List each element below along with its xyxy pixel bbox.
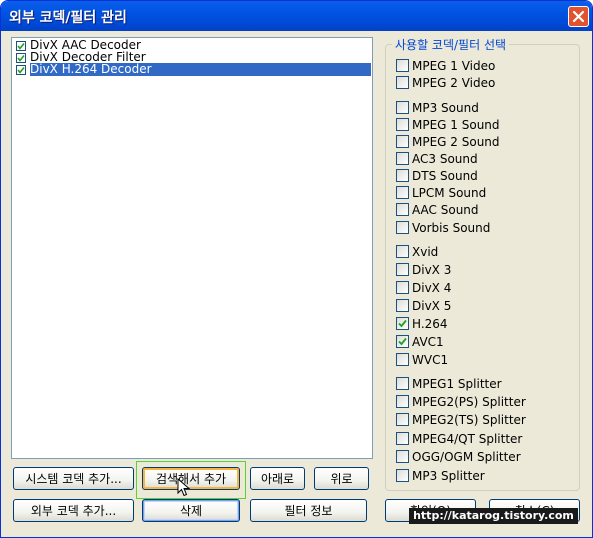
checkbox[interactable] — [396, 317, 409, 330]
checkbox[interactable] — [396, 221, 409, 234]
checkbox[interactable] — [396, 263, 409, 276]
codec-option-label: Vorbis Sound — [412, 221, 491, 235]
codec-option[interactable]: MPEG 1 Video — [396, 58, 576, 74]
codec-option[interactable]: Xvid — [396, 244, 576, 260]
codec-list[interactable]: DivX AAC Decoder DivX Decoder Filter Div… — [11, 37, 373, 459]
codec-option-label: LPCM Sound — [412, 186, 487, 200]
codec-option-label: H.264 — [412, 317, 448, 331]
codec-option-label: MPEG1 Splitter — [412, 377, 502, 391]
codec-option-label: MPEG 1 Video — [412, 59, 496, 73]
codec-option[interactable]: H.264 — [396, 316, 576, 332]
codec-option-label: AVC1 — [412, 335, 444, 349]
list-item-checkbox[interactable] — [16, 65, 26, 75]
list-item[interactable]: DivX H.264 Decoder — [14, 63, 371, 77]
codec-option-label: AC3 Sound — [412, 152, 478, 166]
codec-option-label: MPEG 2 Video — [412, 76, 496, 90]
check-icon — [17, 43, 25, 50]
codec-option-label: OGG/OGM Splitter — [412, 450, 521, 464]
codec-option[interactable]: MPEG1 Splitter — [396, 376, 576, 392]
checkbox[interactable] — [396, 169, 409, 182]
codec-option-label: MPEG2(TS) Splitter — [412, 413, 526, 427]
checkbox[interactable] — [396, 353, 409, 366]
codec-option-label: MP3 Sound — [412, 101, 479, 115]
group-title: 사용할 코덱/필터 선택 — [392, 36, 510, 53]
list-item-label: DivX H.264 Decoder — [30, 63, 371, 76]
checkbox[interactable] — [396, 203, 409, 216]
codec-option[interactable]: AC3 Sound — [396, 151, 576, 167]
close-button[interactable] — [568, 6, 589, 27]
codec-option[interactable]: MP3 Sound — [396, 100, 576, 116]
codec-option[interactable]: MPEG 2 Sound — [396, 134, 576, 150]
codec-option-label: AAC Sound — [412, 203, 479, 217]
list-item-checkbox[interactable] — [16, 53, 26, 63]
codec-option[interactable]: MPEG 2 Video — [396, 75, 576, 91]
codec-option-label: MP3 Splitter — [412, 469, 485, 483]
codec-option-label: DTS Sound — [412, 169, 478, 183]
checkbox[interactable] — [396, 101, 409, 114]
codec-option[interactable]: AVC1 — [396, 334, 576, 350]
checkbox[interactable] — [396, 469, 409, 482]
check-icon — [398, 337, 407, 346]
list-item-checkbox[interactable] — [16, 41, 26, 51]
checkbox[interactable] — [396, 377, 409, 390]
codec-option[interactable]: MPEG2(TS) Splitter — [396, 412, 576, 428]
codec-option[interactable]: MPEG2(PS) Splitter — [396, 394, 576, 410]
search-and-add-button[interactable]: 검색해서 추가 — [142, 467, 240, 490]
add-system-codec-button[interactable]: 시스템 코덱 추가... — [13, 467, 134, 490]
checkbox[interactable] — [396, 450, 409, 463]
checkbox[interactable] — [396, 299, 409, 312]
checkbox[interactable] — [396, 395, 409, 408]
checkbox[interactable] — [396, 281, 409, 294]
checkbox[interactable] — [396, 413, 409, 426]
codec-option-label: MPEG4/QT Splitter — [412, 432, 523, 446]
codec-option-label: MPEG2(PS) Splitter — [412, 395, 526, 409]
checkbox[interactable] — [396, 135, 409, 148]
codec-option[interactable]: MP3 Splitter — [396, 468, 576, 484]
codec-option[interactable]: MPEG 1 Sound — [396, 117, 576, 133]
codec-option-label: MPEG 1 Sound — [412, 118, 500, 132]
codec-option[interactable]: WVC1 — [396, 352, 576, 368]
codec-option[interactable]: DivX 3 — [396, 262, 576, 278]
checkbox[interactable] — [396, 186, 409, 199]
check-icon — [17, 55, 25, 62]
checkbox[interactable] — [396, 432, 409, 445]
codec-option-label: DivX 5 — [412, 299, 452, 313]
checkbox[interactable] — [396, 59, 409, 72]
codec-option-label: MPEG 2 Sound — [412, 135, 500, 149]
delete-button[interactable]: 삭제 — [142, 499, 240, 522]
codec-option-label: WVC1 — [412, 353, 449, 367]
codec-option-label: Xvid — [412, 245, 439, 259]
checkbox[interactable] — [396, 76, 409, 89]
checkbox[interactable] — [396, 335, 409, 348]
add-external-codec-button[interactable]: 외부 코덱 추가... — [13, 499, 134, 522]
checkbox[interactable] — [396, 152, 409, 165]
codec-option-label: DivX 3 — [412, 263, 452, 277]
codec-option-label: DivX 4 — [412, 281, 452, 295]
move-up-button[interactable]: 위로 — [314, 467, 369, 490]
move-down-button[interactable]: 아래로 — [250, 467, 305, 490]
title-bar[interactable]: 외부 코덱/필터 관리 — [1, 1, 592, 31]
checkbox[interactable] — [396, 245, 409, 258]
window-title: 외부 코덱/필터 관리 — [9, 10, 127, 26]
mouse-pointer-icon — [177, 478, 191, 497]
codec-manager-dialog: 외부 코덱/필터 관리 DivX AAC Decoder DivX Decode… — [0, 0, 593, 538]
close-icon — [572, 10, 585, 23]
check-icon — [17, 67, 25, 74]
codec-option[interactable]: OGG/OGM Splitter — [396, 449, 576, 465]
codec-option[interactable]: DTS Sound — [396, 168, 576, 184]
codec-option[interactable]: LPCM Sound — [396, 185, 576, 201]
codec-option[interactable]: Vorbis Sound — [396, 220, 576, 236]
watermark-url: http://katarog.tistory.com — [409, 508, 578, 524]
codec-option[interactable]: MPEG4/QT Splitter — [396, 431, 576, 447]
codec-option[interactable]: DivX 4 — [396, 280, 576, 296]
codec-option[interactable]: DivX 5 — [396, 298, 576, 314]
check-icon — [398, 319, 407, 328]
filter-info-button[interactable]: 필터 정보 — [250, 499, 367, 522]
codec-option[interactable]: AAC Sound — [396, 202, 576, 218]
checkbox[interactable] — [396, 118, 409, 131]
